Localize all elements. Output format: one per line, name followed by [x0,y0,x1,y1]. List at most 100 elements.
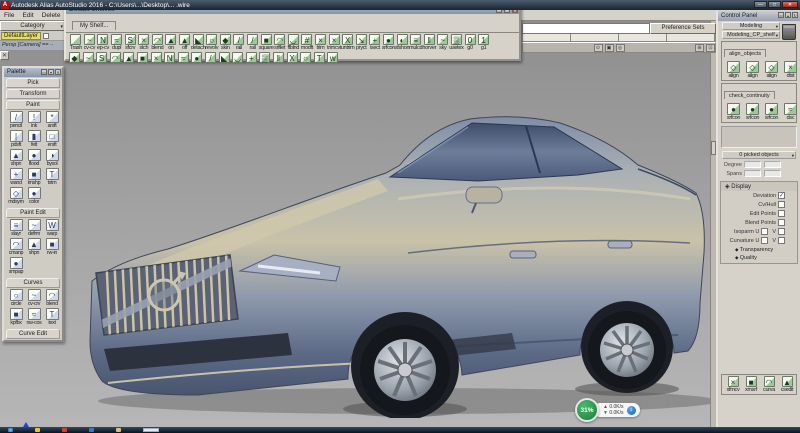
viewport-corner-button[interactable]: ✕ [0,51,9,60]
shelf-tool-button[interactable]: ◐ sfshon [395,34,409,51]
lock-icon[interactable]: ⊙ [594,44,603,52]
start-orb-icon[interactable] [8,428,13,432]
shelf-tool-button[interactable]: 1 g1 [477,34,491,51]
picked-objects-dropdown[interactable]: 0 picked objects▾ [722,151,796,159]
cp-refresh-button[interactable]: ↻ [792,12,798,18]
tab-check-continuity[interactable]: check_continuity [724,91,775,99]
palette-tool-button[interactable]: □ ersft [43,130,61,148]
shelf-tool-button[interactable]: ‖ horver [422,34,436,51]
net-speed-widget[interactable]: 31% ▲ 0.0K/s ▼ 0.0K/s ↕ [575,398,640,422]
cp-mode-dropdown[interactable]: Modeling▾ [722,22,780,30]
shelf-tool-icon[interactable]: × [151,52,162,63]
preference-field[interactable] [522,23,650,34]
shelf-tool-icon[interactable]: ◡ [232,52,243,63]
cp-tool-button[interactable]: ◇ align [724,61,743,79]
shelf-tool-icon[interactable]: / [205,52,216,63]
cp-tool-button[interactable]: ≈ dsc [781,103,800,121]
shelf-tool-button[interactable]: / rail [246,34,260,51]
palette-tool-button[interactable]: ○ circle [7,289,25,307]
shelf-tool-button[interactable]: ◡ ffblnd [287,34,301,51]
palette-tab-transform[interactable]: Transform [6,89,60,99]
cp-collapse-button[interactable]: ▴ [785,12,791,18]
minimize-button[interactable]: — [754,1,767,8]
maximize-button[interactable]: □ [768,1,781,8]
shelf-tool-icon[interactable]: X [287,52,298,63]
degree-u-field[interactable] [744,161,761,168]
shelf-tool-button[interactable]: ◠ blend [151,34,165,51]
shelf-tool-icon[interactable]: ~ [83,52,94,63]
palette-tool-button[interactable]: ~ defrm [25,219,43,237]
cp-tool-button[interactable]: × xfmcv [724,376,742,393]
shelf-tool-icon[interactable]: ◆ [69,52,80,63]
shelf-tool-button[interactable]: ■ square [259,34,273,51]
palette-tool-button[interactable]: ◇ mdsym [7,187,25,205]
palette-tool-button[interactable]: ◑ bysol [43,149,61,167]
cp-tool-button[interactable]: ● srfcon [724,103,743,121]
palette-tool-button[interactable]: | pdsft [7,130,25,148]
curvature-u-checkbox[interactable] [761,237,768,244]
category-dropdown[interactable]: Category▾ [0,21,65,31]
menu-edit[interactable]: Edit [18,12,37,19]
shelf-tool-button[interactable]: ~ cv-cv [83,34,97,51]
palette-tab-curve-edit[interactable]: Curve Edit [6,329,60,339]
spans-v-field[interactable] [764,170,781,177]
shelf-tool-button[interactable]: ≡ mulcd [409,34,423,51]
shelf-tool-icon[interactable]: ≈ [178,52,189,63]
shelf-tool-button[interactable]: / rail [232,34,246,51]
quality-toggle[interactable]: Quality [721,253,797,261]
palette-tool-button[interactable]: ▲ shpn [25,238,43,256]
shelf-tool-button[interactable]: ▒ usetex [450,34,464,51]
shelf-tool-icon[interactable]: T [314,52,325,63]
taskbar-active-window[interactable] [143,428,159,432]
shelf-tool-icon[interactable]: ▒ [259,52,270,63]
trash-icon[interactable] [782,24,796,40]
active-layer-chip[interactable]: DefaultLayer [1,32,41,40]
windows-taskbar[interactable] [0,427,800,433]
taskbar-folder-icon[interactable] [116,428,121,432]
palette-tool-button[interactable]: ■ imshp [25,168,43,186]
shelf-tool-button[interactable]: ● srfcon [382,34,396,51]
window-titlebar[interactable]: A Autodesk Alias AutoStudio 2016 - C:\Us… [0,0,800,10]
palette-menu-button[interactable]: ▾ [48,69,54,75]
palette-tool-button[interactable]: ● smpap [7,257,25,275]
cp-tool-button[interactable]: ◇ align [762,61,781,79]
cvhull-checkbox[interactable] [778,201,785,208]
close-button[interactable]: ✕ [782,1,798,8]
shelf-tool-icon[interactable]: ◣ [219,52,230,63]
deviation-checkbox[interactable]: ✓ [778,192,785,199]
shelf-tool-button[interactable]: ▲ off [178,34,192,51]
shelf-tool-button[interactable]: # modft [300,34,314,51]
palette-tool-button[interactable]: ◠ cmanp [7,238,25,256]
shelf-tool-button[interactable]: 0 g0 [463,34,477,51]
palette-tool-button[interactable]: + wand [7,168,25,186]
shelf-tool-icon[interactable]: ‖ [273,52,284,63]
tile-views-icon[interactable]: ⊞ [695,44,704,52]
shelf-tool-button[interactable]: × trimcvt [327,34,341,51]
taskbar-app-red-icon[interactable] [62,428,67,432]
layer-visibility-checkbox[interactable] [43,33,49,39]
shelf-tool-button[interactable]: ▲ on [164,34,178,51]
shelf-tool-button[interactable]: ○ revolv [205,34,219,51]
shelf-tool-icon[interactable]: + [246,52,257,63]
palette-tool-button[interactable]: ■ kpfbx [7,308,25,326]
palette-tool-button[interactable]: ≈ nw-cos [25,308,43,326]
shelf-tool-button[interactable]: ◠ srfilet [273,34,287,51]
cp-tool-button[interactable]: ■ xmsrf [742,376,760,393]
shelf-tool-icon[interactable]: ■ [137,52,148,63]
shelf-tool-icon[interactable]: S [96,52,107,63]
palette-tool-button[interactable]: ▮ felt [25,130,43,148]
magnifier-icon[interactable]: ◎ [616,44,625,52]
palette-tab-paint-edit[interactable]: Paint Edit [6,208,60,218]
tab-my-shelf[interactable]: My Shelf... [72,21,116,30]
zoom-window-icon[interactable]: ▣ [605,44,614,52]
preference-sets-button[interactable]: Preference Sets [650,23,716,34]
shelf-tool-icon[interactable]: ▲ [123,52,134,63]
palette-tool-button[interactable]: T text [43,308,61,326]
palette-tab-curves[interactable]: Curves [6,278,60,288]
isoparm-v-checkbox[interactable] [778,228,785,235]
cp-dock-button[interactable]: ▭ [778,12,784,18]
palette-tool-button[interactable]: T txtm [43,168,61,186]
cp-tool-button[interactable]: × dtst [781,61,800,79]
shelf-tool-button[interactable]: ◣ detach [191,34,205,51]
shelf-tool-icon[interactable]: ○ [300,52,311,63]
